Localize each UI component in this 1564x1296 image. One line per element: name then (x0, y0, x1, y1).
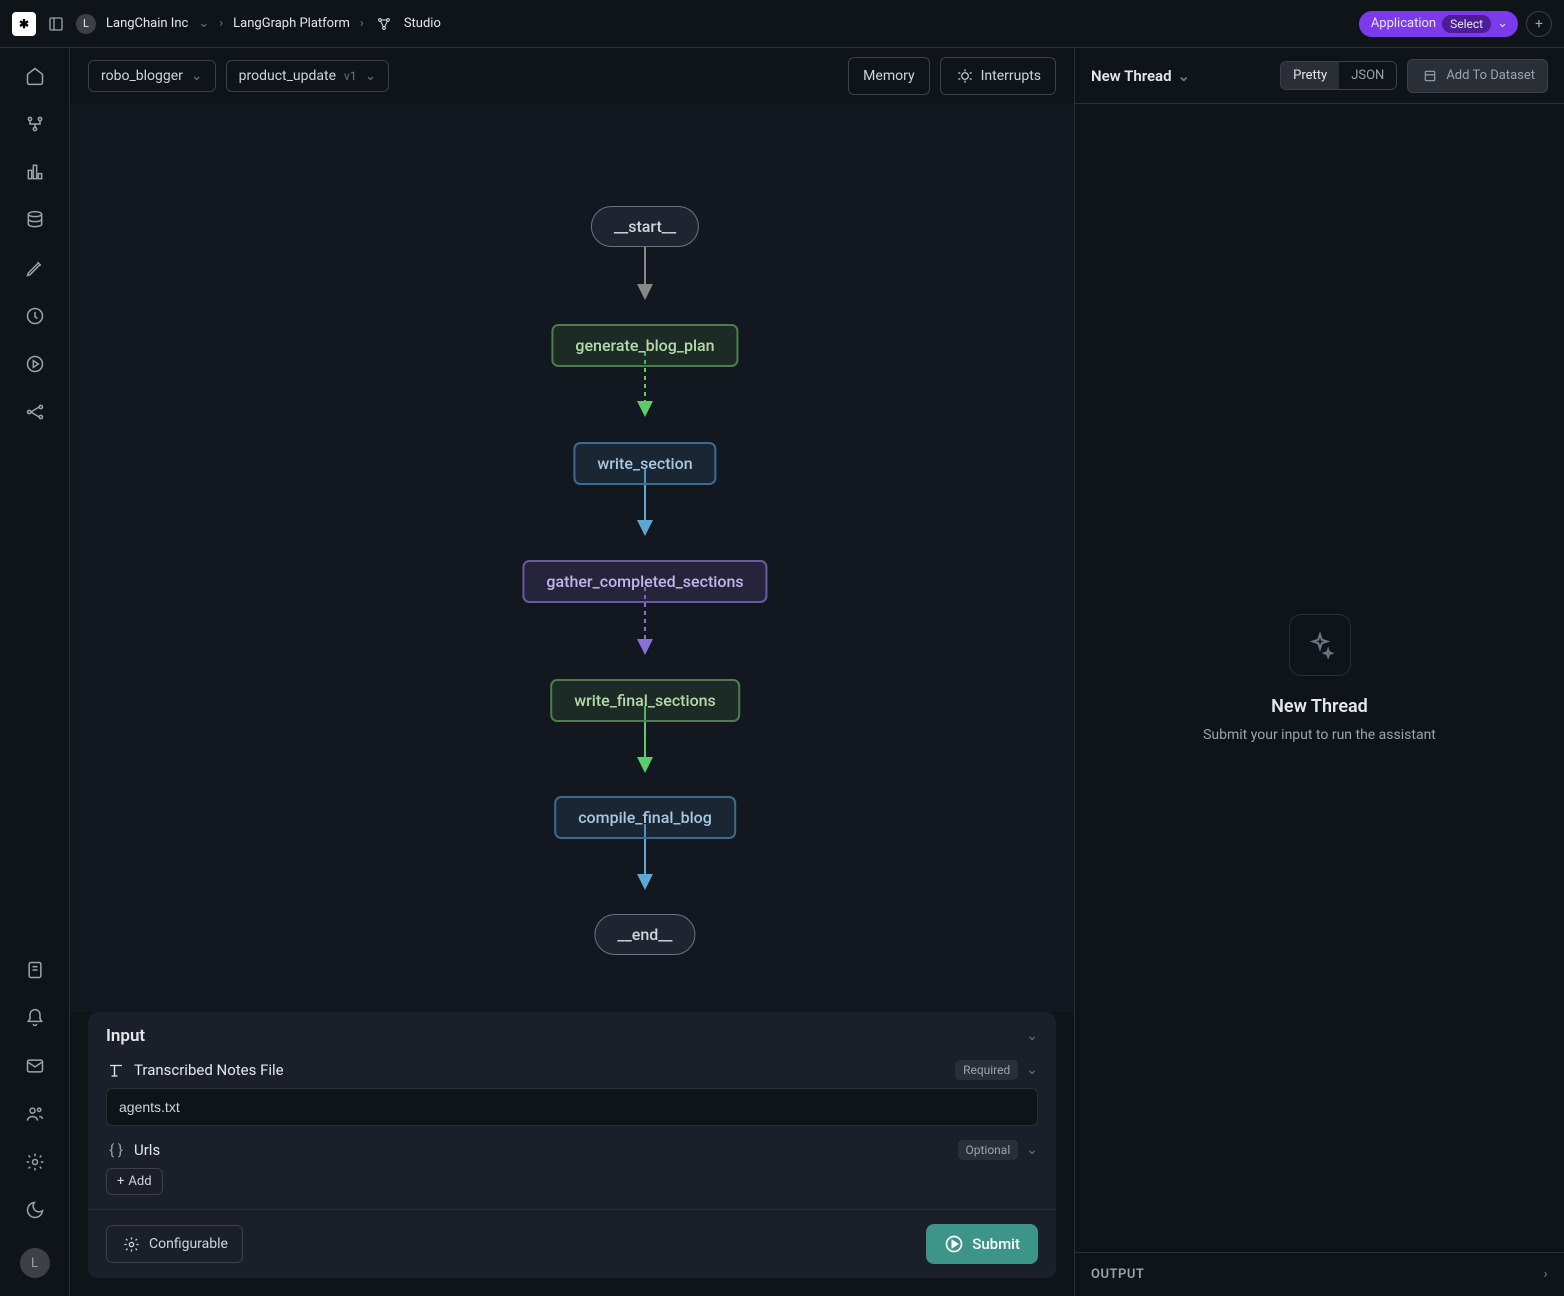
canvas-toolbar: robo_blogger ⌄ product_update v1 ⌄ Memor… (70, 48, 1074, 104)
panel-toggle-icon[interactable] (46, 14, 66, 34)
chevron-down-icon[interactable]: ⌄ (198, 16, 209, 31)
optional-badge: Optional (958, 1140, 1019, 1160)
sparkle-icon (1289, 614, 1351, 676)
chevron-down-icon: ⌄ (365, 68, 377, 84)
add-button[interactable]: + (1526, 11, 1552, 37)
version-selector-label: product_update (239, 68, 336, 84)
text-type-icon (106, 1060, 126, 1080)
moon-icon[interactable] (25, 1200, 45, 1220)
interrupts-label: Interrupts (981, 68, 1041, 84)
org-avatar: L (76, 14, 96, 34)
chart-icon[interactable] (25, 162, 45, 182)
braces-icon: { } (106, 1140, 126, 1160)
add-to-dataset-button[interactable]: Add To Dataset (1407, 59, 1548, 93)
top-bar: ✱ L LangChain Inc ⌄ › LangGraph Platform… (0, 0, 1564, 48)
breadcrumb-platform[interactable]: LangGraph Platform (233, 16, 350, 31)
user-avatar[interactable]: L (20, 1248, 50, 1278)
database-icon[interactable] (25, 210, 45, 230)
annotation-icon[interactable] (25, 306, 45, 326)
dataset-icon (1420, 66, 1440, 86)
plus-icon: + (117, 1174, 124, 1189)
input-field-label: Urls (134, 1141, 950, 1159)
left-nav-rail: L (0, 48, 70, 1296)
chevron-down-icon[interactable]: ⌄ (1026, 1028, 1038, 1044)
chevron-right-icon: › (360, 16, 364, 31)
document-icon[interactable] (25, 960, 45, 980)
empty-title: New Thread (1271, 696, 1368, 717)
output-section-header[interactable]: OUTPUT › (1075, 1252, 1564, 1296)
submit-button[interactable]: Submit (926, 1224, 1038, 1264)
add-dataset-label: Add To Dataset (1446, 68, 1535, 83)
bell-icon[interactable] (25, 1008, 45, 1028)
memory-label: Memory (863, 68, 914, 84)
chevron-down-icon: ⌄ (1178, 67, 1191, 85)
app-label: Application (1371, 16, 1436, 31)
thread-selector[interactable]: New Thread ⌄ (1091, 67, 1190, 85)
required-badge: Required (955, 1060, 1018, 1080)
input-panel-title: Input (106, 1026, 145, 1046)
play-circle-icon[interactable] (25, 354, 45, 374)
agent-selector[interactable]: robo_blogger ⌄ (88, 60, 216, 92)
memory-button[interactable]: Memory (848, 57, 929, 95)
input-field-label: Transcribed Notes File (134, 1061, 947, 1079)
chevron-down-icon[interactable]: ⌄ (1026, 1142, 1038, 1158)
graph-node-gather-completed-sections[interactable]: gather_completed_sections (522, 560, 767, 603)
bug-icon (955, 66, 975, 86)
chevron-right-icon: › (1544, 1267, 1548, 1282)
add-url-button[interactable]: + Add (106, 1168, 163, 1195)
version-selector[interactable]: product_update v1 ⌄ (226, 60, 390, 92)
select-label: Select (1442, 15, 1491, 33)
edit-icon[interactable] (25, 258, 45, 278)
add-label: Add (128, 1174, 151, 1189)
configurable-button[interactable]: Configurable (106, 1225, 243, 1263)
graph-canvas[interactable]: __start__ generate_blog_plan write_secti… (70, 104, 1074, 1012)
users-icon[interactable] (25, 1104, 45, 1124)
app-logo: ✱ (12, 12, 36, 36)
studio-icon (374, 14, 394, 34)
agent-selector-label: robo_blogger (101, 68, 183, 84)
chevron-down-icon: ⌄ (1497, 16, 1508, 31)
chevron-right-icon: › (219, 16, 223, 31)
mail-icon[interactable] (25, 1056, 45, 1076)
submit-label: Submit (972, 1235, 1020, 1253)
interrupts-button[interactable]: Interrupts (940, 57, 1056, 95)
graph-node-write-section[interactable]: write_section (573, 442, 716, 485)
gear-icon[interactable] (25, 1152, 45, 1172)
breadcrumb-org[interactable]: LangChain Inc (106, 16, 188, 31)
empty-state: New Thread Submit your input to run the … (1075, 104, 1564, 1252)
graph-edges (70, 104, 1074, 1012)
configurable-label: Configurable (149, 1236, 228, 1252)
gear-icon (121, 1234, 141, 1254)
chevron-down-icon[interactable]: ⌄ (1026, 1062, 1038, 1078)
play-circle-icon (944, 1234, 964, 1254)
graph-node-compile-final-blog[interactable]: compile_final_blog (554, 796, 736, 839)
graph-node-write-final-sections[interactable]: write_final_sections (550, 679, 740, 722)
version-tag: v1 (344, 69, 357, 83)
input-panel: Input ⌄ Transcribed Notes File Required … (88, 1012, 1056, 1278)
nodes-icon[interactable] (25, 402, 45, 422)
graph-node-end[interactable]: __end__ (594, 914, 695, 955)
breadcrumb: L LangChain Inc ⌄ › LangGraph Platform ›… (76, 14, 441, 34)
graph-node-start[interactable]: __start__ (591, 206, 699, 247)
application-selector[interactable]: Application Select ⌄ (1359, 11, 1518, 37)
thread-panel: New Thread ⌄ Pretty JSON Add To Dataset … (1075, 48, 1564, 1296)
view-toggle: Pretty JSON (1280, 61, 1397, 90)
output-label: OUTPUT (1091, 1267, 1144, 1282)
branch-icon[interactable] (25, 114, 45, 134)
home-icon[interactable] (25, 66, 45, 86)
thread-label: New Thread (1091, 67, 1172, 85)
breadcrumb-page: Studio (404, 16, 441, 31)
empty-subtitle: Submit your input to run the assistant (1203, 727, 1436, 743)
notes-file-input[interactable] (106, 1088, 1038, 1126)
json-view-button[interactable]: JSON (1339, 62, 1396, 89)
pretty-view-button[interactable]: Pretty (1281, 62, 1339, 89)
chevron-down-icon: ⌄ (191, 68, 203, 84)
graph-node-generate-blog-plan[interactable]: generate_blog_plan (551, 324, 738, 367)
